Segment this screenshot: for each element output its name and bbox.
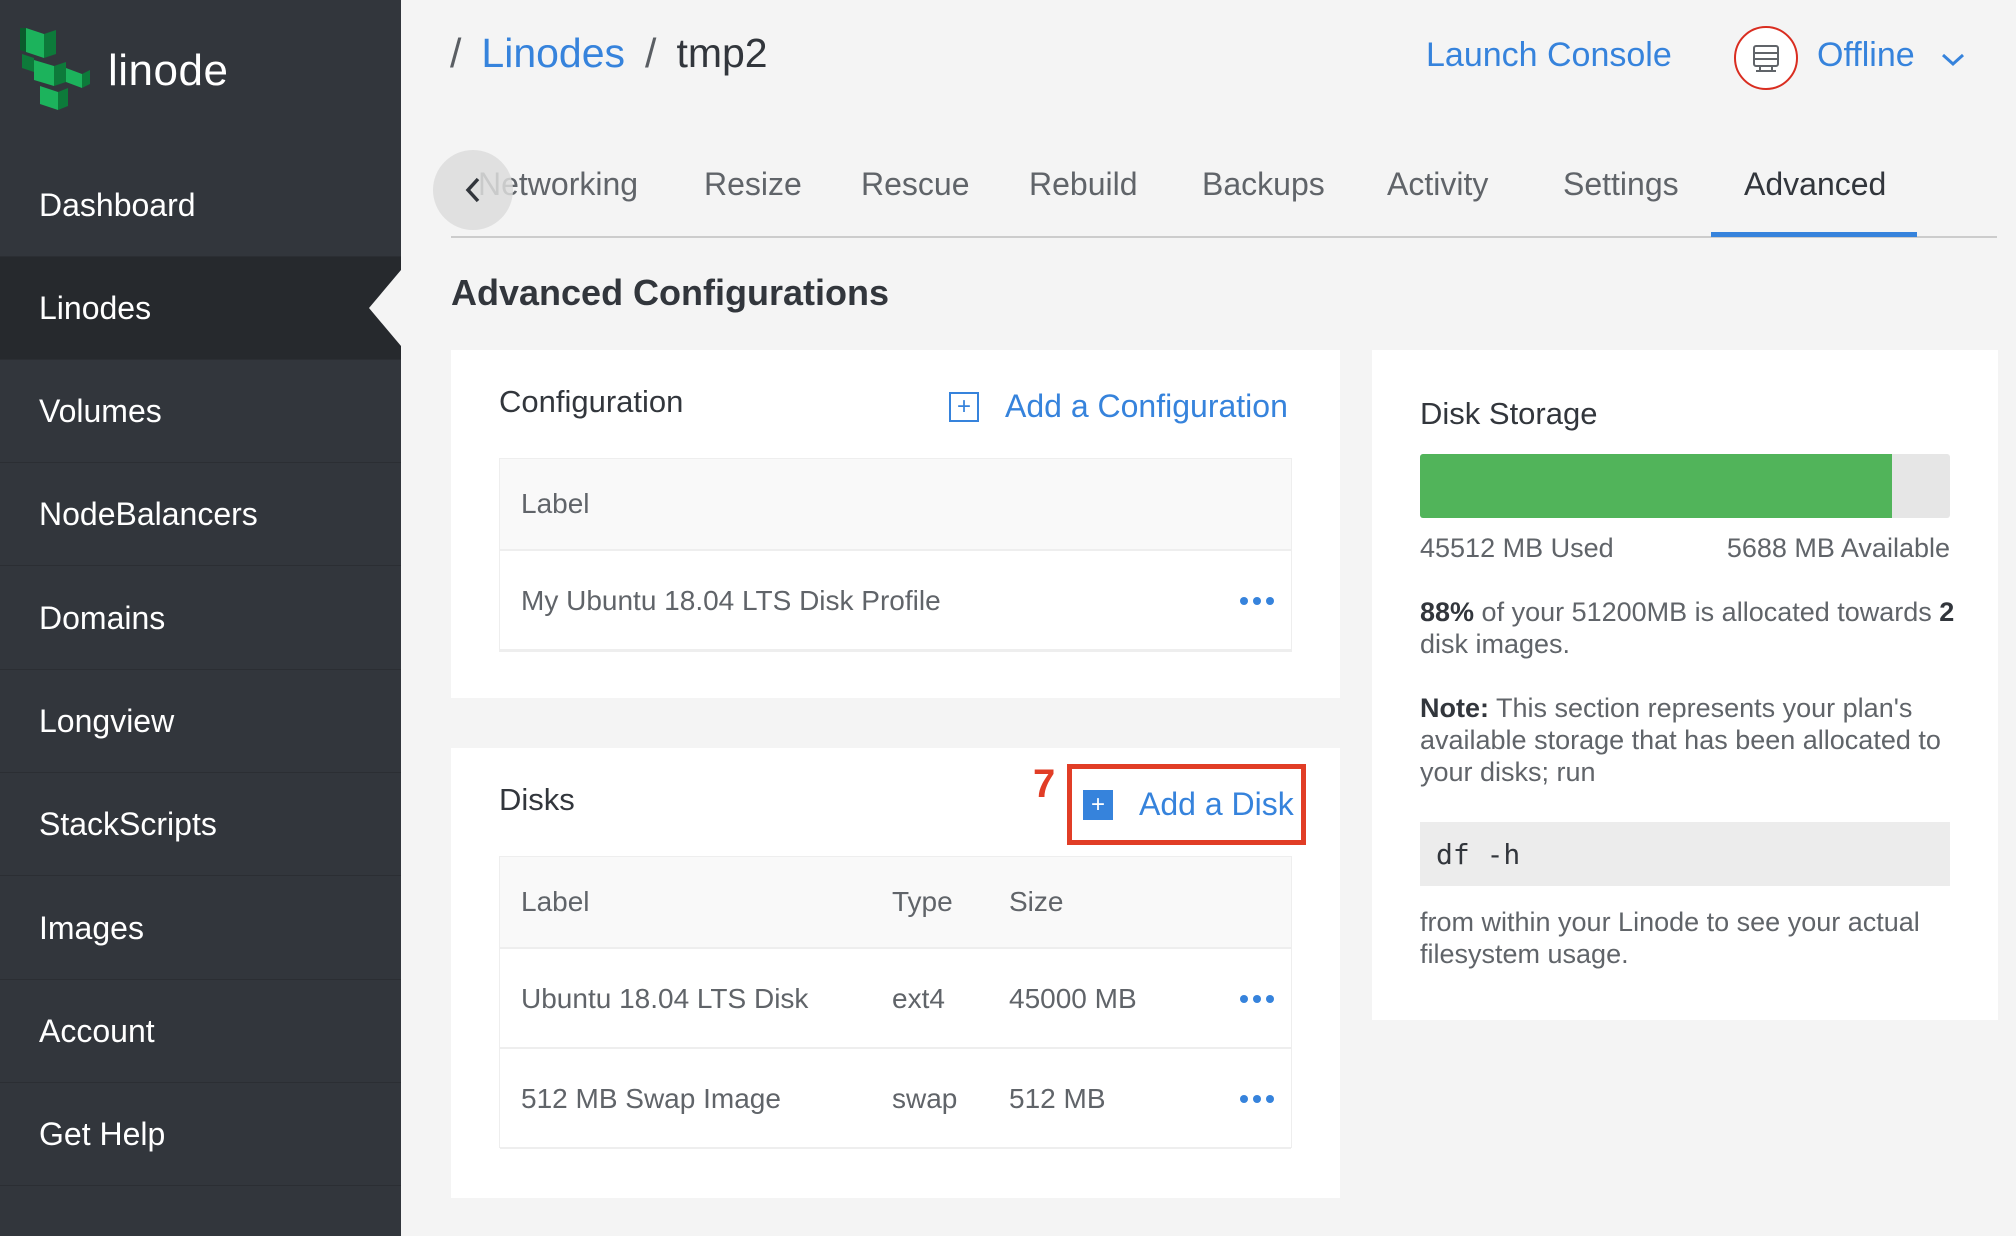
column-header-label: Label	[521, 886, 590, 917]
more-actions-icon[interactable]	[1240, 995, 1274, 1003]
disk-size: 512 MB	[1009, 1083, 1106, 1114]
table-header: Label Type Size	[500, 857, 1291, 949]
column-header-label: Label	[521, 488, 590, 519]
disk-type: swap	[892, 1083, 958, 1114]
allocation-count: 2	[1939, 597, 1955, 627]
sidebar-item-volumes[interactable]: Volumes	[0, 360, 401, 463]
chevron-down-icon[interactable]	[1940, 52, 1966, 68]
config-label: My Ubuntu 18.04 LTS Disk Profile	[521, 585, 941, 616]
disk-available-text: 5688 MB Available	[1726, 533, 1950, 563]
disk-storage-title: Disk Storage	[1420, 396, 1598, 431]
disk-usage-bar	[1420, 454, 1950, 518]
breadcrumb-separator: /	[450, 30, 462, 76]
storage-footer-text: from within your Linode to see your actu…	[1420, 907, 1920, 969]
tab-backups[interactable]: Backups	[1202, 166, 1325, 203]
tab-resize[interactable]: Resize	[704, 166, 802, 203]
sidebar-item-label: NodeBalancers	[39, 495, 258, 532]
allocation-text: of your 51200MB is allocated towards	[1474, 597, 1940, 627]
allocation-percent: 88%	[1420, 597, 1475, 627]
linode-name[interactable]: tmp2	[676, 30, 767, 77]
table-row[interactable]: 512 MB Swap Image swap 512 MB	[500, 1051, 1291, 1149]
disk-usage-bar-fill	[1420, 454, 1892, 518]
sidebar-item-label: Get Help	[39, 1115, 166, 1152]
brand-name: linode	[108, 46, 229, 95]
plus-icon: +	[949, 391, 979, 422]
sidebar-item-get-help[interactable]: Get Help	[0, 1083, 401, 1186]
breadcrumb-separator: /	[645, 30, 657, 76]
sidebar-item-stackscripts[interactable]: StackScripts	[0, 773, 401, 876]
sidebar-item-label: Domains	[39, 599, 166, 636]
sidebar-item-label: Images	[39, 909, 144, 946]
annotation-highlight	[1067, 764, 1306, 845]
annotation-step-number: 7	[1033, 762, 1056, 806]
allocation-text-end: disk images.	[1420, 629, 1571, 659]
breadcrumb-linodes-link[interactable]: Linodes	[481, 30, 625, 77]
sidebar-item-label: Volumes	[39, 392, 162, 429]
add-configuration-label: Add a Configuration	[1005, 388, 1288, 424]
chevron-left-icon	[465, 177, 480, 203]
configuration-title: Configuration	[499, 384, 684, 419]
page-title: Advanced Configurations	[451, 272, 890, 313]
more-actions-icon[interactable]	[1240, 1095, 1274, 1103]
sidebar-item-label: Account	[39, 1012, 155, 1049]
tab-scroll-left-button[interactable]	[433, 150, 513, 230]
launch-console-link[interactable]: Launch Console	[1426, 36, 1672, 75]
table-header: Label	[500, 459, 1291, 551]
sidebar-item-account[interactable]: Account	[0, 980, 401, 1083]
table-row[interactable]: Ubuntu 18.04 LTS Disk ext4 45000 MB	[500, 951, 1291, 1049]
sidebar-item-label: Longview	[39, 702, 175, 739]
tab-rescue[interactable]: Rescue	[861, 166, 970, 203]
sidebar-item-label: Linodes	[39, 289, 152, 326]
disk-label: 512 MB Swap Image	[521, 1083, 781, 1114]
sidebar-item-domains[interactable]: Domains	[0, 567, 401, 670]
breadcrumb: / Linodes / tmp2	[450, 30, 768, 77]
tab-settings[interactable]: Settings	[1563, 166, 1679, 203]
active-indicator	[369, 270, 401, 346]
disk-size: 45000 MB	[1009, 983, 1137, 1014]
sidebar-item-longview[interactable]: Longview	[0, 670, 401, 773]
disk-type: ext4	[892, 983, 945, 1014]
disk-used-text: 45512 MB Used	[1420, 533, 1614, 563]
disks-title: Disks	[499, 782, 575, 817]
status-dropdown[interactable]: Offline	[1817, 36, 1915, 75]
column-header-type: Type	[892, 886, 953, 917]
disks-table: Label Type Size Ubuntu 18.04 LTS Disk ex…	[499, 856, 1292, 1149]
column-header-size: Size	[1009, 886, 1064, 917]
configuration-panel: Configuration + Add a Configuration Labe…	[451, 350, 1340, 698]
table-row[interactable]: My Ubuntu 18.04 LTS Disk Profile	[500, 553, 1291, 651]
sidebar-item-label: Dashboard	[39, 186, 196, 223]
sidebar-item-images[interactable]: Images	[0, 877, 401, 980]
sidebar-item-linodes[interactable]: Linodes	[0, 257, 401, 360]
command-snippet: df -h	[1420, 822, 1950, 886]
allocation-summary: 88% of your 51200MB is allocated towards…	[1420, 596, 1960, 660]
sidebar: linode Dashboard Linodes Volumes NodeBal…	[0, 0, 401, 1236]
active-tab-indicator	[1711, 232, 1917, 237]
tab-rebuild[interactable]: Rebuild	[1029, 166, 1138, 203]
disk-label: Ubuntu 18.04 LTS Disk	[521, 983, 809, 1014]
note-text: This section represents your plan's avai…	[1420, 693, 1941, 787]
more-actions-icon[interactable]	[1240, 597, 1274, 605]
storage-note: Note: This section represents your plan'…	[1420, 692, 1960, 788]
sidebar-item-label: StackScripts	[39, 805, 217, 842]
sidebar-item-nodebalancers[interactable]: NodeBalancers	[0, 463, 401, 566]
add-configuration-button[interactable]: + Add a Configuration	[949, 388, 1288, 425]
linode-logo[interactable]: linode	[20, 26, 228, 116]
server-status-icon[interactable]	[1734, 26, 1798, 90]
server-icon	[1753, 45, 1779, 72]
sidebar-item-dashboard[interactable]: Dashboard	[0, 154, 401, 257]
linode-cube-icon	[20, 28, 90, 110]
tab-activity[interactable]: Activity	[1387, 166, 1488, 203]
configuration-table: Label My Ubuntu 18.04 LTS Disk Profile	[499, 458, 1292, 652]
note-label: Note:	[1420, 693, 1489, 723]
tab-advanced[interactable]: Advanced	[1744, 166, 1886, 203]
